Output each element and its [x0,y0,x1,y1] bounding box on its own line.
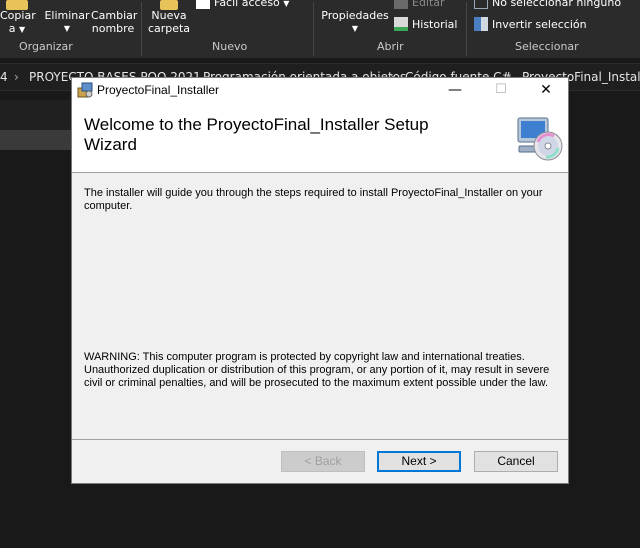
history-icon [394,17,408,31]
select-none-label: No seleccionar ninguno [492,0,622,9]
edit-label: Editar [412,0,445,9]
invert-selection-button[interactable]: Invertir selección [474,17,587,31]
close-icon[interactable]: ✕ [523,78,569,102]
rename-button[interactable]: Cambiar nombre [91,9,138,35]
chevron-down-icon: ▼ [19,25,26,34]
new-folder-button[interactable]: Nueva carpeta [147,9,191,35]
ribbon-separator [466,2,467,56]
select-none-icon [474,0,488,9]
easy-access-button[interactable]: Fácil acceso ▼ [196,0,289,10]
group-organize: Organizar [19,40,73,53]
delete-button[interactable]: Eliminar ▼ [44,9,90,35]
properties-button[interactable]: Propiedades ▼ [320,9,390,35]
copy-to-button[interactable]: Copiar a ▼ [0,9,36,36]
ribbon-separator [141,2,142,56]
delete-label: Eliminar [44,9,90,22]
edit-icon [394,0,408,9]
intro-text: The installer will guide you through the… [84,187,543,212]
group-select: Seleccionar [515,40,579,53]
group-open: Abrir [377,40,404,53]
invert-selection-icon [474,17,488,31]
easy-access-label: Fácil acceso [214,0,280,9]
history-button[interactable]: Historial [394,17,457,31]
group-new: Nuevo [212,40,248,53]
rename-label-2: nombre [91,22,135,35]
chevron-down-icon: ▼ [283,0,290,8]
easy-access-icon [196,0,210,9]
footer-divider [72,439,568,440]
wizard-header: Welcome to the ProyectoFinal_Installer S… [72,102,568,173]
copy-to-label: Copiar [0,9,36,22]
invert-selection-label: Invertir selección [492,18,587,31]
window-title: ProyectoFinal_Installer [97,83,220,97]
new-folder-label-2: carpeta [147,22,191,35]
cancel-button[interactable]: Cancel [474,451,558,472]
ribbon-separator [313,2,314,56]
computer-cd-icon [517,117,563,161]
new-folder-label-1: Nueva [151,9,187,22]
copyright-warning: WARNING: This computer program is protec… [84,351,550,389]
title-bar[interactable]: ProyectoFinal_Installer — ☐ ✕ [72,78,568,102]
copy-to-sub: a [8,22,16,35]
wizard-title: Welcome to the ProyectoFinal_Installer S… [84,115,429,154]
rename-label-1: Cambiar [91,9,138,22]
breadcrumb-item[interactable]: 4 [0,70,8,84]
nav-pane [0,100,72,130]
edit-button[interactable]: Editar [394,0,445,9]
nav-pane-selected-item[interactable] [0,130,72,150]
minimize-icon[interactable]: — [432,78,478,102]
chevron-down-icon: ▼ [351,24,359,33]
installer-icon [77,82,93,98]
next-button[interactable]: Next > [377,451,461,472]
chevron-right-icon: › [14,70,19,84]
back-button[interactable]: < Back [281,451,365,472]
maximize-icon: ☐ [495,82,507,97]
history-label: Historial [412,18,458,31]
properties-label: Propiedades [321,9,389,22]
installer-dialog: ProyectoFinal_Installer — ☐ ✕ Welcome to… [71,77,569,484]
chevron-down-icon: ▼ [63,24,71,33]
ribbon: Copiar a ▼ Eliminar ▼ Cambiar nombre Nue… [0,0,640,58]
select-none-button[interactable]: No seleccionar ninguno [474,0,621,9]
